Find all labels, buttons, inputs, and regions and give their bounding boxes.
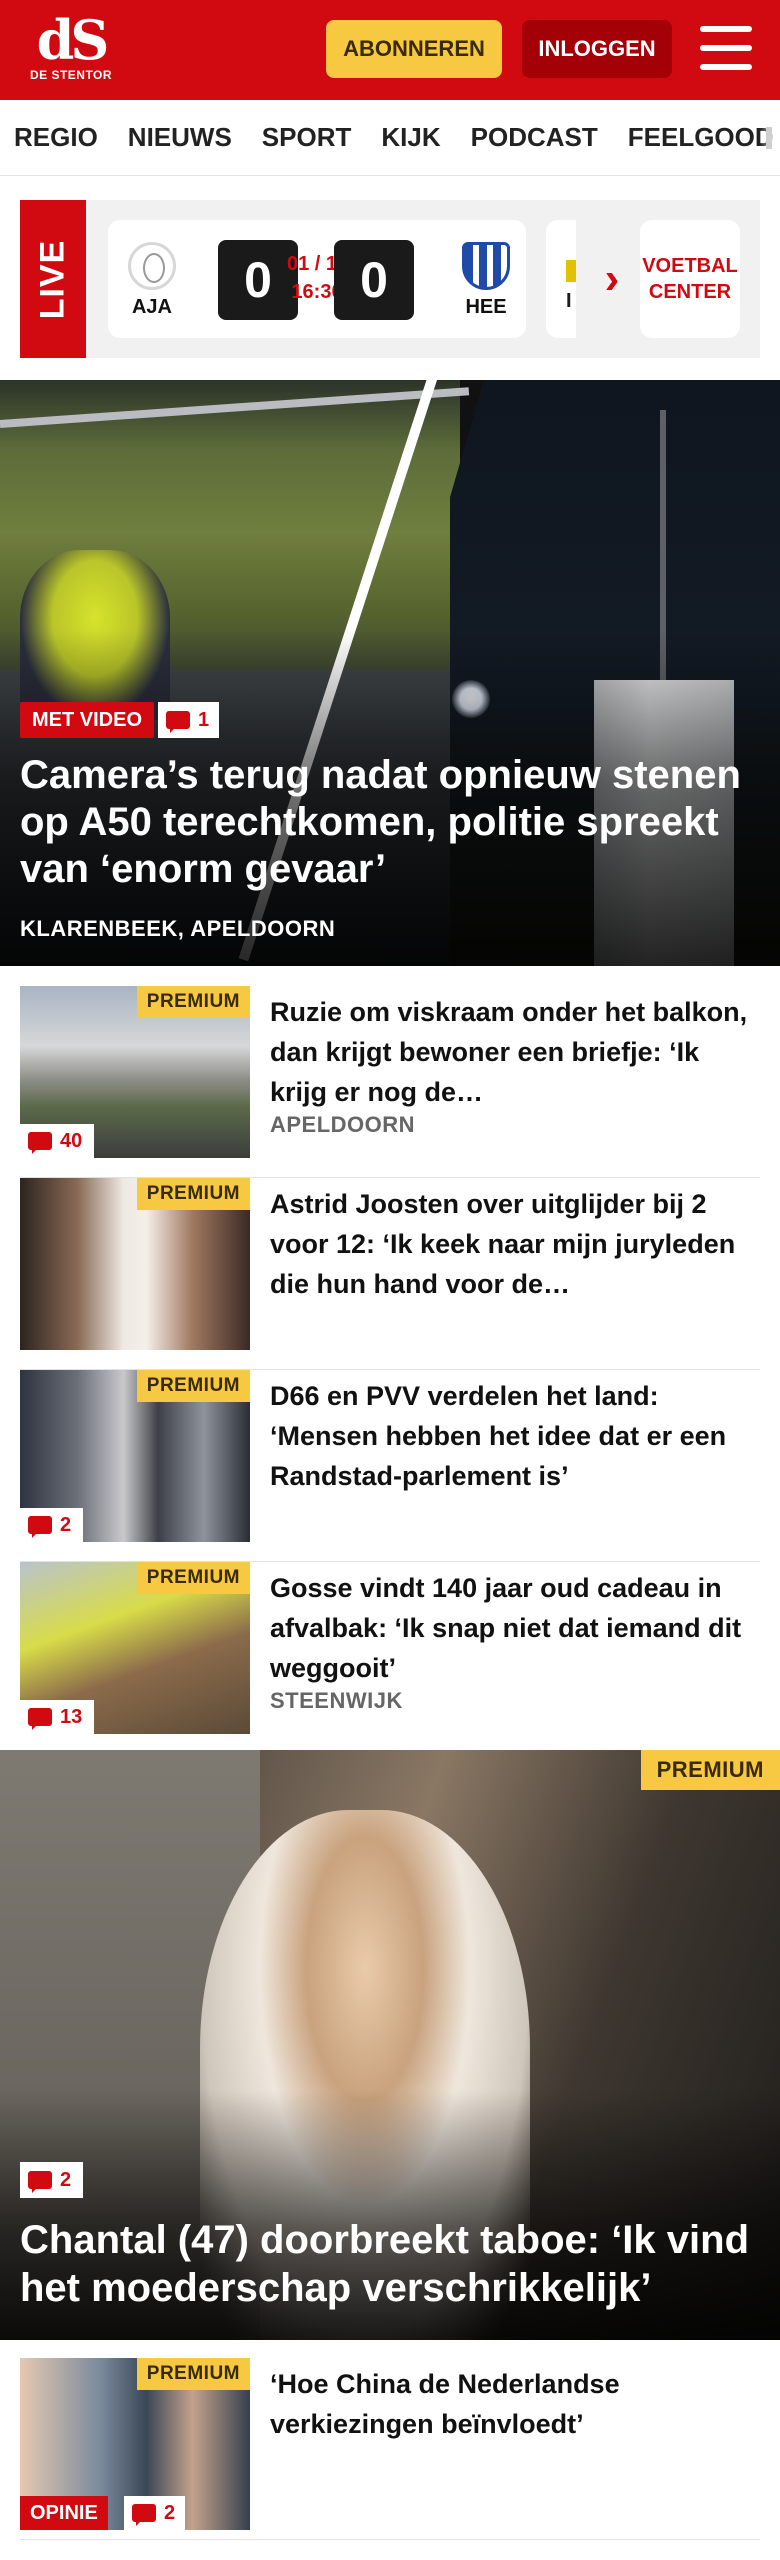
comment-count: 40: [60, 1129, 83, 1152]
logo-subtitle: DE STENTOR: [29, 68, 113, 82]
article-location: APELDOORN: [270, 1112, 416, 1137]
article-location: STEENWIJK: [270, 1688, 403, 1713]
live-label: LIVE: [20, 200, 86, 358]
home-team: AJA: [122, 242, 182, 319]
match-card[interactable]: AJA 0 01 / 11 16:30 0 HEE: [108, 220, 526, 338]
nav-item-feelgood[interactable]: FEELGOOD: [628, 122, 774, 153]
section-nav: REGIO NIEUWS SPORT KIJK PODCAST FEELGOOD: [0, 100, 780, 176]
top-bar: dS DE STENTOR ABONNEREN INLOGGEN: [0, 0, 780, 100]
voetbal-center-link[interactable]: VOETBAL CENTER: [640, 220, 740, 338]
away-score: 0: [334, 240, 414, 320]
comment-count-badge[interactable]: 2: [20, 1508, 84, 1542]
feature-article[interactable]: PREMIUM 2 Chantal (47) doorbreekt taboe:…: [0, 1750, 780, 2340]
comment-count: 1: [198, 708, 210, 731]
opinion-badge: OPINIE: [20, 2496, 108, 2530]
article-title[interactable]: Ruzie om viskraam onder het balkon, dan …: [270, 992, 756, 1112]
premium-badge: PREMIUM: [136, 1178, 250, 1210]
hamburger-icon[interactable]: [700, 24, 752, 72]
logo-mark: dS: [36, 8, 110, 72]
list-item[interactable]: PREMIUM 2 D66 en PVV verdelen het land: …: [20, 1370, 760, 1562]
comment-count-badge[interactable]: 40: [20, 1124, 95, 1158]
nav-item-sport[interactable]: SPORT: [262, 122, 352, 153]
nav-overflow-indicator: [766, 127, 772, 149]
list-item[interactable]: PREMIUM 13 Gosse vindt 140 jaar oud cade…: [20, 1562, 760, 1754]
comment-count: 13: [60, 1705, 83, 1728]
article-thumbnail: PREMIUM: [20, 1178, 250, 1350]
site-logo[interactable]: dS DE STENTOR: [28, 12, 114, 88]
login-button[interactable]: INLOGGEN: [522, 20, 672, 78]
article-thumbnail: PREMIUM 40: [20, 986, 250, 1158]
hero-badges: MET VIDEO 1: [20, 702, 220, 738]
heerenveen-crest-icon: [462, 242, 510, 290]
premium-badge: PREMIUM: [136, 1370, 250, 1402]
match-datetime: 01 / 11 16:30: [287, 250, 347, 306]
nav-item-kijk[interactable]: KIJK: [381, 122, 440, 153]
comment-count: 2: [60, 1513, 72, 1536]
speech-bubble-icon: [28, 1708, 52, 1730]
home-team-name: AJA: [131, 296, 172, 318]
comment-count-badge[interactable]: 2: [124, 2496, 186, 2530]
comment-count: 2: [164, 2501, 176, 2524]
comment-count-badge[interactable]: 2: [20, 2162, 84, 2198]
hero-article[interactable]: MET VIDEO 1 Camera’s terug nadat opnieuw…: [0, 380, 780, 966]
list-item[interactable]: PREMIUM Astrid Joosten over uitglijder b…: [20, 1178, 760, 1370]
article-title[interactable]: Gosse vindt 140 jaar oud cadeau in afval…: [270, 1568, 756, 1688]
comment-count: 2: [60, 2168, 72, 2191]
chevron-right-icon[interactable]: ›: [594, 256, 630, 302]
premium-badge: PREMIUM: [136, 1562, 250, 1594]
away-team: HEE: [456, 242, 516, 319]
speech-bubble-icon: [132, 2504, 156, 2526]
article-thumbnail: PREMIUM 13: [20, 1562, 250, 1734]
team-crest-icon: [566, 260, 576, 282]
article-thumbnail: PREMIUM 2: [20, 1370, 250, 1542]
subscribe-button[interactable]: ABONNEREN: [326, 20, 502, 78]
feature-title[interactable]: Chantal (47) doorbreekt taboe: ‘Ik vind …: [20, 2216, 760, 2312]
nav-item-podcast[interactable]: PODCAST: [471, 122, 598, 153]
list-item[interactable]: PREMIUM OPINIE 2 ‘Hoe China de Nederland…: [20, 2358, 760, 2540]
list-item[interactable]: PREMIUM 40 Ruzie om viskraam onder het b…: [20, 986, 760, 1178]
comment-count-badge[interactable]: 13: [20, 1700, 95, 1734]
article-title[interactable]: ‘Hoe China de Nederlandse verkiezingen b…: [270, 2364, 756, 2444]
nav-item-regio[interactable]: REGIO: [14, 122, 98, 153]
hero-title[interactable]: Camera’s terug nadat opnieuw stenen op A…: [20, 752, 760, 893]
article-title[interactable]: Astrid Joosten over uitglijder bij 2 voo…: [270, 1184, 756, 1304]
speech-bubble-icon: [28, 2171, 52, 2193]
premium-badge: PREMIUM: [640, 1750, 780, 1790]
video-badge: MET VIDEO: [20, 702, 155, 738]
hero-location: KLARENBEEK, APELDOORN: [20, 916, 336, 941]
speech-bubble-icon: [166, 711, 191, 733]
speech-bubble-icon: [28, 1516, 52, 1538]
premium-badge: PREMIUM: [136, 986, 250, 1018]
comment-count-badge[interactable]: 1: [158, 702, 220, 738]
next-match-card[interactable]: I: [546, 220, 576, 338]
live-scores-bar: LIVE AJA 0 01 / 11 16:30 0 HEE I › VOETB…: [20, 200, 760, 358]
speech-bubble-icon: [28, 1132, 52, 1154]
away-team-name: HEE: [465, 296, 507, 318]
premium-badge: PREMIUM: [136, 2358, 250, 2390]
article-title[interactable]: D66 en PVV verdelen het land: ‘Mensen he…: [270, 1376, 756, 1496]
article-thumbnail: PREMIUM OPINIE 2: [20, 2358, 250, 2530]
ajax-crest-icon: [128, 242, 176, 290]
nav-item-nieuws[interactable]: NIEUWS: [128, 122, 232, 153]
